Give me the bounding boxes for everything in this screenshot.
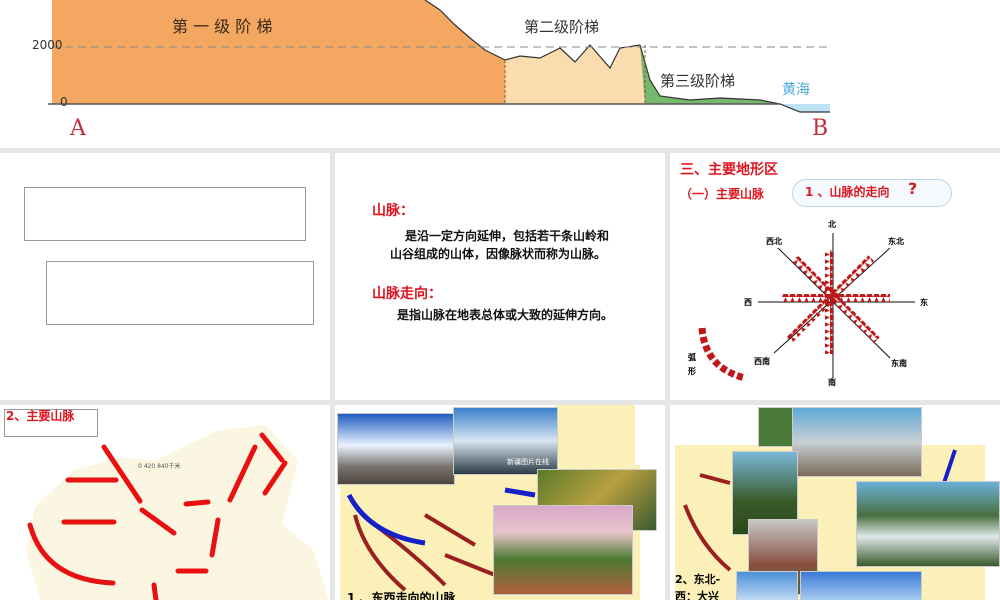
term-trend: 山脉走向： bbox=[372, 286, 442, 302]
arc-label: 弧形 bbox=[688, 353, 696, 376]
photo-sky-2 bbox=[800, 571, 922, 600]
dir-east: 东 bbox=[920, 298, 928, 307]
photo-mountain-clouds bbox=[856, 481, 1000, 567]
dir-northwest: 西北 bbox=[766, 237, 782, 246]
dir-south: 南 bbox=[828, 378, 836, 387]
step1-label: 第 一 级 阶 梯 bbox=[172, 17, 273, 36]
slide-thumbnail-7[interactable]: 2、东北- 西：大兴 bbox=[670, 405, 1000, 600]
mountain-lines bbox=[27, 432, 288, 600]
point-a: A bbox=[70, 116, 86, 141]
dir-north: 北 bbox=[828, 220, 836, 229]
dir-west: 西 bbox=[744, 298, 752, 307]
photo-danxia bbox=[493, 505, 633, 595]
point-b: B bbox=[812, 116, 829, 141]
definition-line-2: 山谷组成的山体，因像脉状而称为山脉。 bbox=[390, 247, 607, 261]
empty-textbox-2[interactable] bbox=[46, 261, 314, 325]
caption: 1 、东西走向的山脉 bbox=[347, 591, 456, 600]
trend-definition: 是指山脉在地表总体或大致的延伸方向。 bbox=[397, 308, 614, 322]
photo-watermark: 新疆图片在线 bbox=[507, 458, 549, 466]
photo-winter-trees bbox=[792, 407, 922, 477]
slide-thumbnail-6[interactable]: 新疆图片在线 1 、东西走向的山脉 bbox=[335, 405, 665, 600]
dir-southwest: 西南 bbox=[754, 357, 770, 366]
terrain-profile bbox=[48, 0, 830, 113]
caption-line-1: 2、东北- bbox=[675, 573, 721, 586]
slide-thumbnail-4[interactable]: 三、主要地形区 （一）主要山脉 1 、山脉的走向 ? 北 南 东 西 东北 西北… bbox=[670, 153, 1000, 400]
dir-northeast: 东北 bbox=[888, 237, 904, 246]
slide-thumbnail-5[interactable]: 2、主要山脉 0 420 840千米 bbox=[0, 405, 330, 600]
term-mountain: 山脉： bbox=[372, 203, 414, 219]
slide-thumbnail-1[interactable]: 2000 0 第 一 级 阶 梯 第二级阶梯 第三级阶梯 黄海 A B bbox=[0, 0, 1000, 148]
caption-line-2: 西：大兴 bbox=[675, 590, 719, 600]
slide-thumbnail-3[interactable]: 山脉： 是沿一定方向延伸，包括若干条山岭和 山谷组成的山体，因像脉状而称为山脉。… bbox=[335, 153, 665, 400]
slide-thumbnail-2[interactable] bbox=[0, 153, 330, 400]
empty-textbox-1[interactable] bbox=[24, 187, 306, 241]
photo-sky-1 bbox=[736, 571, 798, 600]
sea-label: 黄海 bbox=[782, 82, 810, 98]
photo-forest bbox=[758, 407, 796, 447]
definition-line-1: 是沿一定方向延伸，包括若干条山岭和 bbox=[405, 229, 610, 243]
step3-label: 第三级阶梯 bbox=[660, 72, 736, 90]
dir-southeast: 东南 bbox=[891, 359, 907, 368]
compass-diagram bbox=[698, 233, 915, 382]
step2-label: 第二级阶梯 bbox=[524, 18, 600, 36]
y-label-0: 0 bbox=[60, 95, 68, 109]
y-label-2000: 2000 bbox=[32, 38, 63, 52]
photo-snow-mountain bbox=[337, 413, 455, 485]
